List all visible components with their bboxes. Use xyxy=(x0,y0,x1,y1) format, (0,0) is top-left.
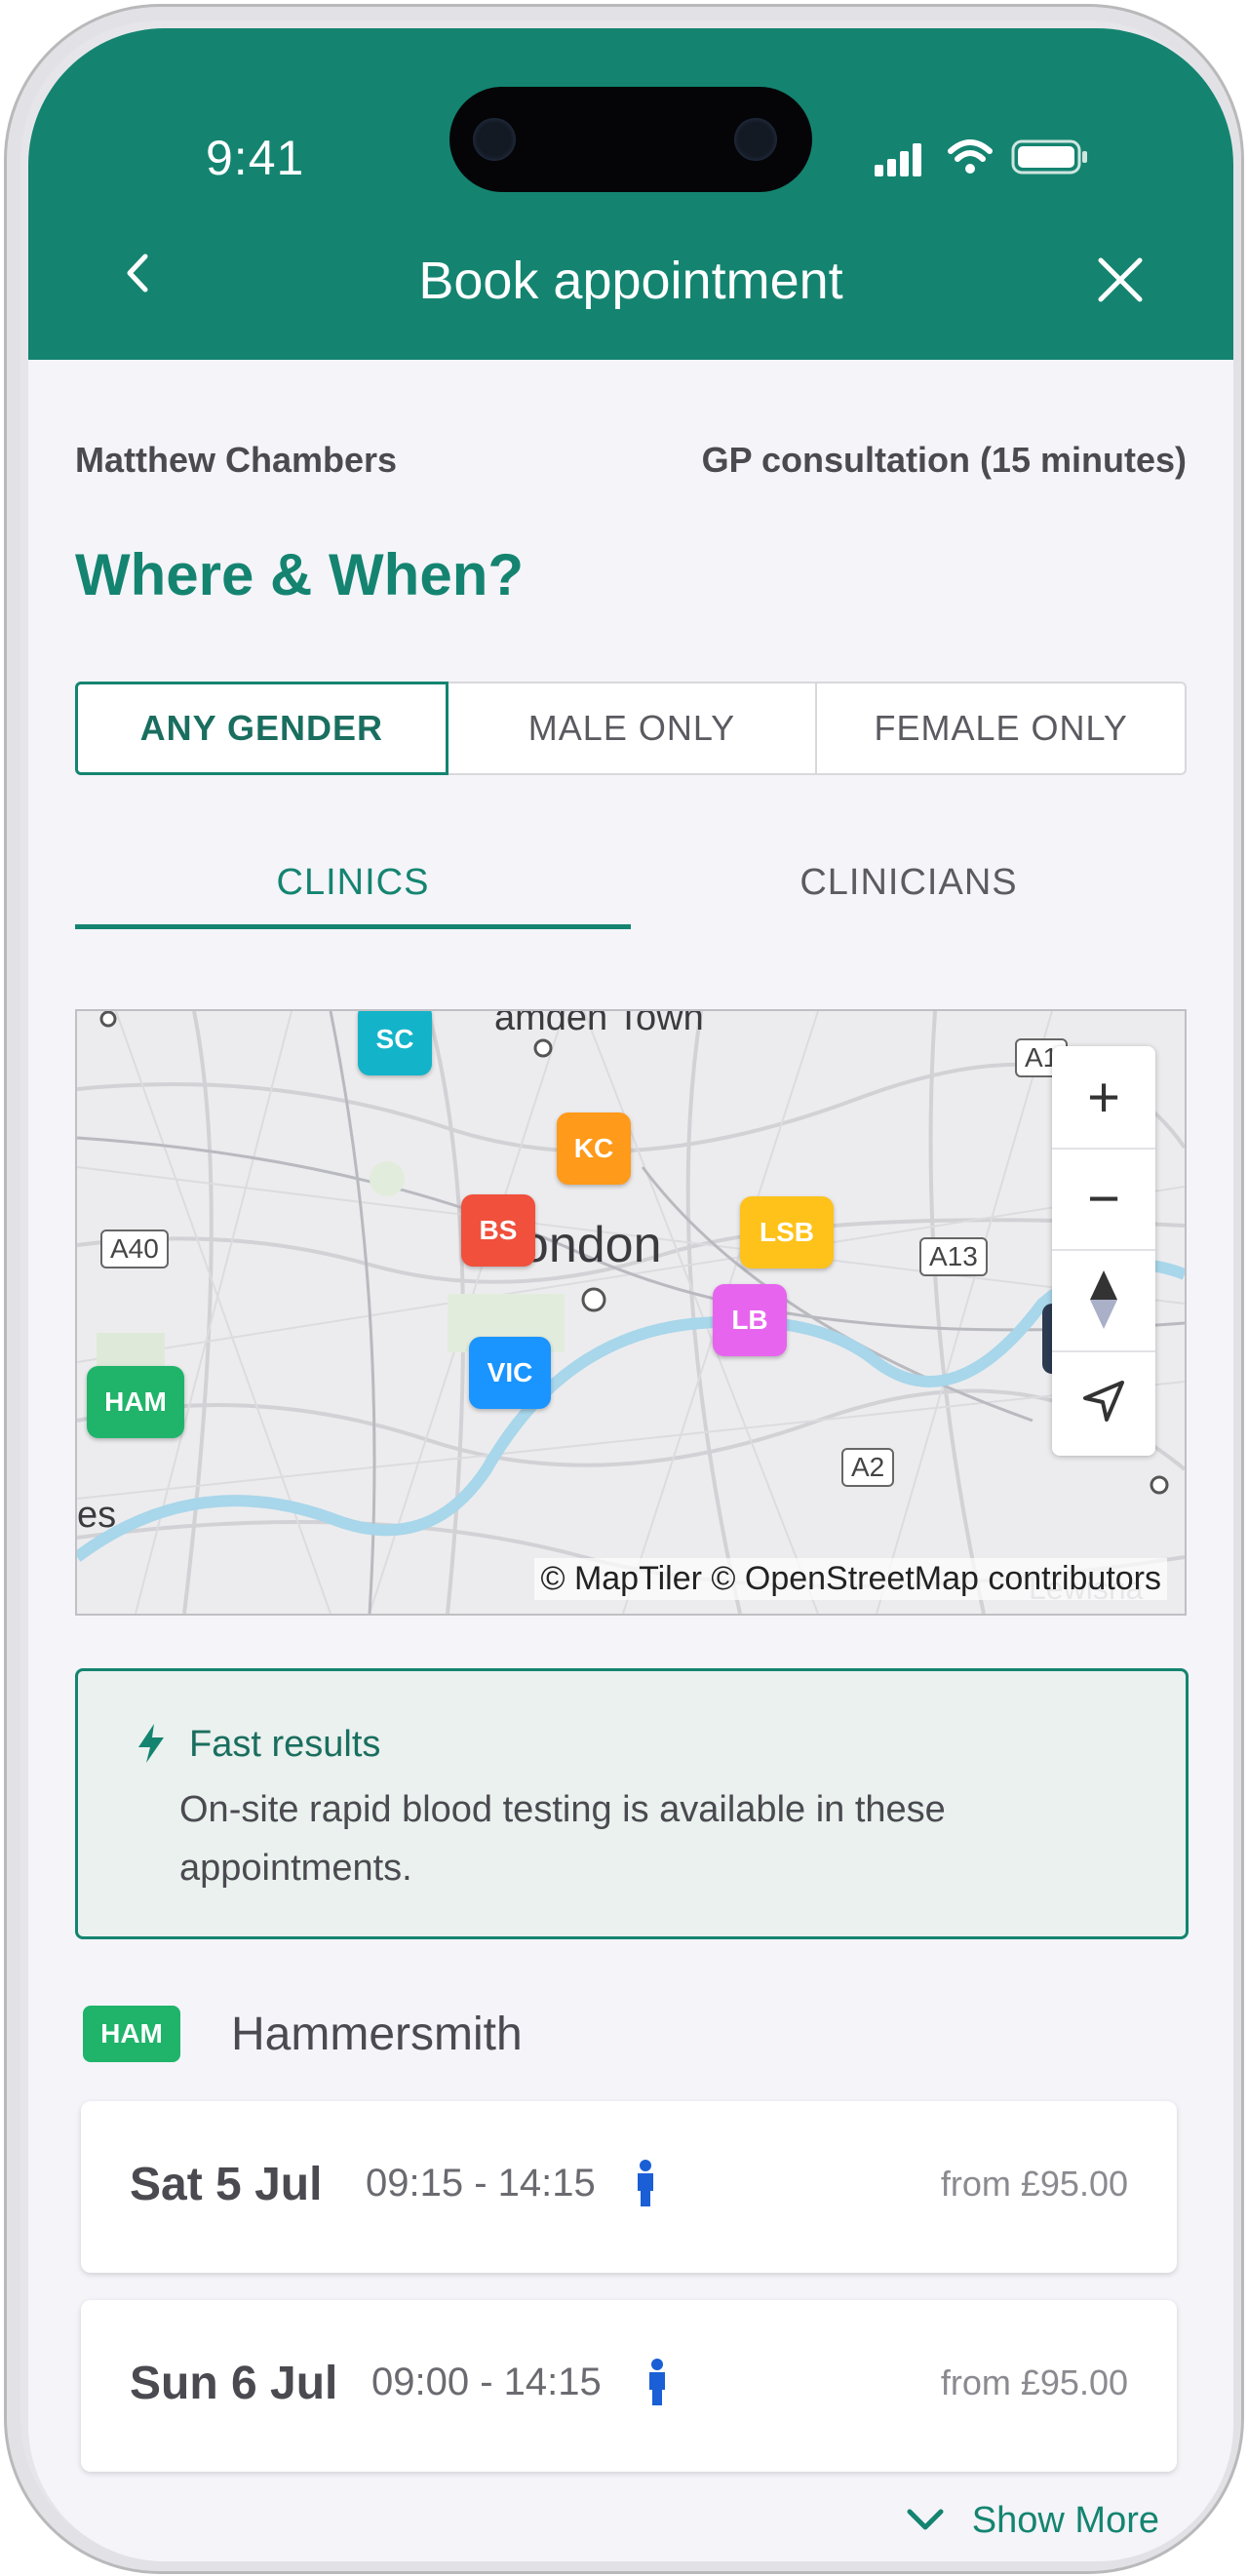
patient-name: Matthew Chambers xyxy=(75,440,398,480)
chevron-down-icon xyxy=(907,2509,944,2530)
clinic-header: HAM Hammersmith xyxy=(75,1994,1187,2062)
fast-results-title: Fast results xyxy=(189,1724,381,1765)
slot-time: 09:00 - 14:15 xyxy=(371,2361,602,2403)
plus-icon: + xyxy=(1087,1065,1120,1129)
map-marker-bs[interactable]: BS xyxy=(461,1194,535,1267)
fast-results-banner: Fast results On-site rapid blood testing… xyxy=(75,1668,1189,1939)
map-marker-lb[interactable]: LB xyxy=(713,1284,787,1356)
gender-female-button[interactable]: FEMALE ONLY xyxy=(815,682,1188,775)
appointment-slot[interactable]: Sat 5 Jul 09:15 - 14:15 from £95.00 xyxy=(81,2101,1177,2273)
map-base-layer xyxy=(77,1011,1185,1614)
slot-day: Sat 5 Jul xyxy=(130,2159,323,2210)
fast-results-text: On-site rapid blood testing is available… xyxy=(179,1789,946,1889)
slot-time: 09:15 - 14:15 xyxy=(366,2162,596,2205)
gender-any-button[interactable]: ANY GENDER xyxy=(75,682,448,775)
map-marker-kc[interactable]: KC xyxy=(557,1112,631,1185)
locate-me-button[interactable] xyxy=(1052,1350,1155,1452)
zoom-out-button[interactable]: − xyxy=(1052,1148,1155,1251)
phone-frame: 9:41 Book appointment Matthew Chambers G… xyxy=(4,4,1244,2574)
zoom-in-button[interactable]: + xyxy=(1052,1046,1155,1150)
app-header: 9:41 Book appointment xyxy=(28,28,1233,360)
clinic-map[interactable]: amden Town London es Lewisha A40 A13 A2 … xyxy=(75,1009,1187,1616)
wifi-icon xyxy=(948,139,993,174)
show-more-button[interactable]: Show More xyxy=(906,2491,1159,2550)
map-marker-ham[interactable]: HAM xyxy=(87,1366,184,1438)
signal-icon xyxy=(875,134,925,180)
map-label-edge-left: es xyxy=(77,1495,117,1536)
page-title: Book appointment xyxy=(418,252,843,310)
gender-filter: ANY GENDER MALE ONLY FEMALE ONLY xyxy=(75,682,1188,775)
view-tabs: CLINICS CLINICIANS xyxy=(75,836,1187,929)
map-marker-lsb[interactable]: LSB xyxy=(740,1196,834,1268)
sensor-icon xyxy=(734,118,777,161)
male-clinician-icon xyxy=(649,2359,665,2405)
tab-clinics[interactable]: CLINICS xyxy=(75,836,631,929)
lightning-bolt-icon xyxy=(138,1724,164,1763)
close-icon[interactable] xyxy=(1095,254,1146,305)
service-name: GP consultation (15 minutes) xyxy=(701,440,1187,480)
slot-day: Sun 6 Jul xyxy=(130,2358,338,2409)
map-marker-sc[interactable]: SC xyxy=(358,1011,432,1075)
road-shield-a13: A13 xyxy=(919,1237,988,1276)
tab-clinicians[interactable]: CLINICIANS xyxy=(631,836,1187,929)
section-heading: Where & When? xyxy=(75,542,524,607)
male-clinician-icon xyxy=(638,2160,653,2206)
map-label-district: amden Town xyxy=(494,1009,704,1038)
clinic-name: Hammersmith xyxy=(231,2009,523,2060)
status-time: 9:41 xyxy=(206,131,305,185)
minus-icon: − xyxy=(1087,1166,1120,1230)
clinic-badge: HAM xyxy=(83,2006,180,2062)
battery-icon xyxy=(1011,139,1087,175)
show-more-label: Show More xyxy=(971,2499,1159,2541)
slot-price: from £95.00 xyxy=(940,2164,1128,2204)
booking-summary: Matthew Chambers GP consultation (15 min… xyxy=(75,440,1187,488)
road-shield-a2: A2 xyxy=(841,1448,895,1487)
compass-icon xyxy=(1090,1270,1117,1329)
map-marker-vic[interactable]: VIC xyxy=(469,1337,551,1409)
compass-button[interactable] xyxy=(1052,1249,1155,1352)
map-controls: + − xyxy=(1052,1046,1155,1456)
dynamic-island xyxy=(449,87,812,192)
status-icons xyxy=(875,134,1138,180)
appointment-slot[interactable]: Sun 6 Jul 09:00 - 14:15 from £95.00 xyxy=(81,2300,1177,2472)
gender-male-button[interactable]: MALE ONLY xyxy=(446,682,818,775)
slot-price: from £95.00 xyxy=(940,2362,1128,2402)
camera-lens-icon xyxy=(473,118,516,161)
app-screen: 9:41 Book appointment Matthew Chambers G… xyxy=(28,28,1233,2561)
road-shield-a40: A40 xyxy=(100,1229,169,1268)
navigation-arrow-icon xyxy=(1083,1381,1124,1422)
map-attribution[interactable]: © MapTiler © OpenStreetMap contributors xyxy=(534,1558,1167,1600)
